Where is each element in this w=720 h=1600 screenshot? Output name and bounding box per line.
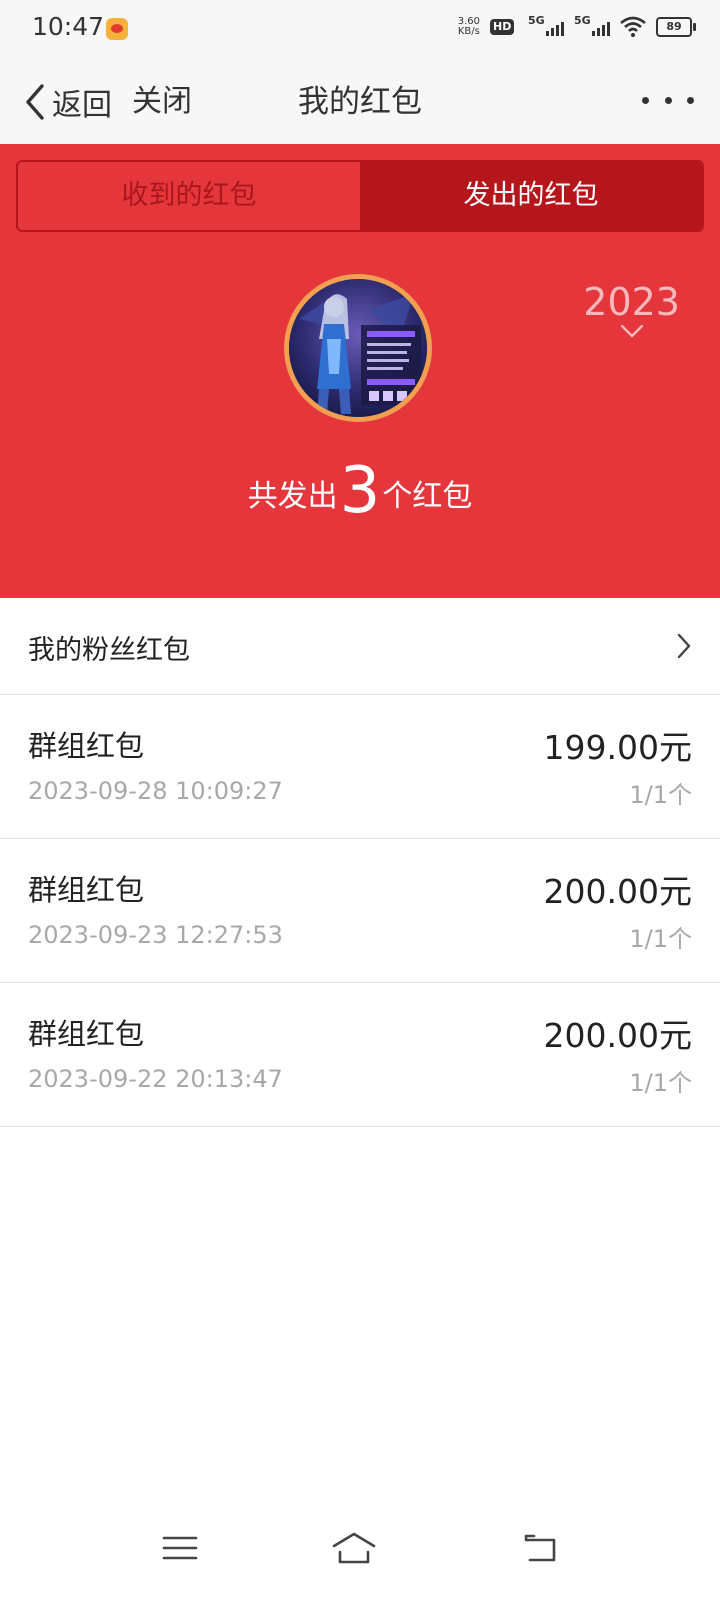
chevron-down-icon [620, 324, 643, 338]
sim2-label: 5G [574, 14, 591, 27]
nav-bar: 返回 关闭 我的红包 [0, 58, 720, 144]
packet-amount: 200.00元 [543, 872, 692, 911]
packet-name: 群组红包 [28, 729, 145, 763]
system-nav-bar [0, 1520, 720, 1592]
red-packet-list: 我的粉丝红包 群组红包 2023-09-28 10:09:27 199.00元 … [0, 598, 720, 1127]
menu-icon[interactable] [160, 1528, 200, 1568]
sim1-label: 5G [528, 14, 545, 27]
page-title: 我的红包 [298, 84, 422, 120]
back-nav-icon[interactable] [520, 1528, 560, 1568]
chevron-right-icon [677, 633, 691, 659]
packet-time: 2023-09-22 20:13:47 [28, 1065, 283, 1093]
hd-voice-icon: HD [490, 18, 518, 36]
hd-label: HD [490, 19, 515, 35]
summary-suffix: 个红包 [382, 479, 473, 514]
packet-name: 群组红包 [28, 1017, 145, 1051]
packet-time: 2023-09-23 12:27:53 [28, 921, 283, 949]
fan-red-packets-row[interactable]: 我的粉丝红包 [0, 598, 720, 695]
summary-prefix: 共发出 [247, 479, 338, 514]
status-icons: 3.60 KB/s HD 5G 5G 89 [458, 14, 696, 38]
tab-received[interactable]: 收到的红包 [18, 162, 360, 230]
signal-sim2-icon: 5G [574, 14, 610, 38]
summary-header: 收到的红包 发出的红包 2023 共发出3个红包 [0, 144, 720, 598]
packet-count: 1/1个 [629, 1069, 692, 1097]
year-selector[interactable]: 2023 [583, 282, 680, 342]
status-time: 10:47 [32, 12, 105, 41]
wifi-icon [620, 16, 646, 37]
network-speed: 3.60 KB/s [458, 17, 480, 37]
packet-name: 群组红包 [28, 873, 145, 907]
avatar [284, 274, 432, 422]
signal-sim1-icon: 5G [528, 14, 564, 38]
tab-sent[interactable]: 发出的红包 [360, 162, 702, 230]
battery-icon: 89 [656, 17, 696, 37]
packet-time: 2023-09-28 10:09:27 [28, 777, 283, 805]
packet-amount: 200.00元 [543, 1016, 692, 1055]
summary-count: 3 [339, 454, 381, 528]
list-item[interactable]: 群组红包 2023-09-28 10:09:27 199.00元 1/1个 [0, 695, 720, 839]
more-options-icon[interactable] [642, 88, 694, 112]
avatar-image [289, 279, 427, 417]
sent-summary: 共发出3个红包 [0, 454, 720, 528]
packet-count: 1/1个 [629, 925, 692, 953]
status-bar: 10:47 3.60 KB/s HD 5G 5G 89 [0, 0, 720, 58]
packet-count: 1/1个 [629, 781, 692, 809]
home-icon[interactable] [330, 1528, 378, 1568]
network-speed-unit: KB/s [457, 26, 480, 37]
weibo-notification-icon [106, 18, 128, 40]
year-value: 2023 [583, 280, 680, 324]
fan-red-packets-label: 我的粉丝红包 [28, 635, 190, 666]
packet-amount: 199.00元 [543, 728, 692, 767]
tab-switcher: 收到的红包 发出的红包 [16, 160, 704, 232]
list-item[interactable]: 群组红包 2023-09-22 20:13:47 200.00元 1/1个 [0, 983, 720, 1127]
list-item[interactable]: 群组红包 2023-09-23 12:27:53 200.00元 1/1个 [0, 839, 720, 983]
